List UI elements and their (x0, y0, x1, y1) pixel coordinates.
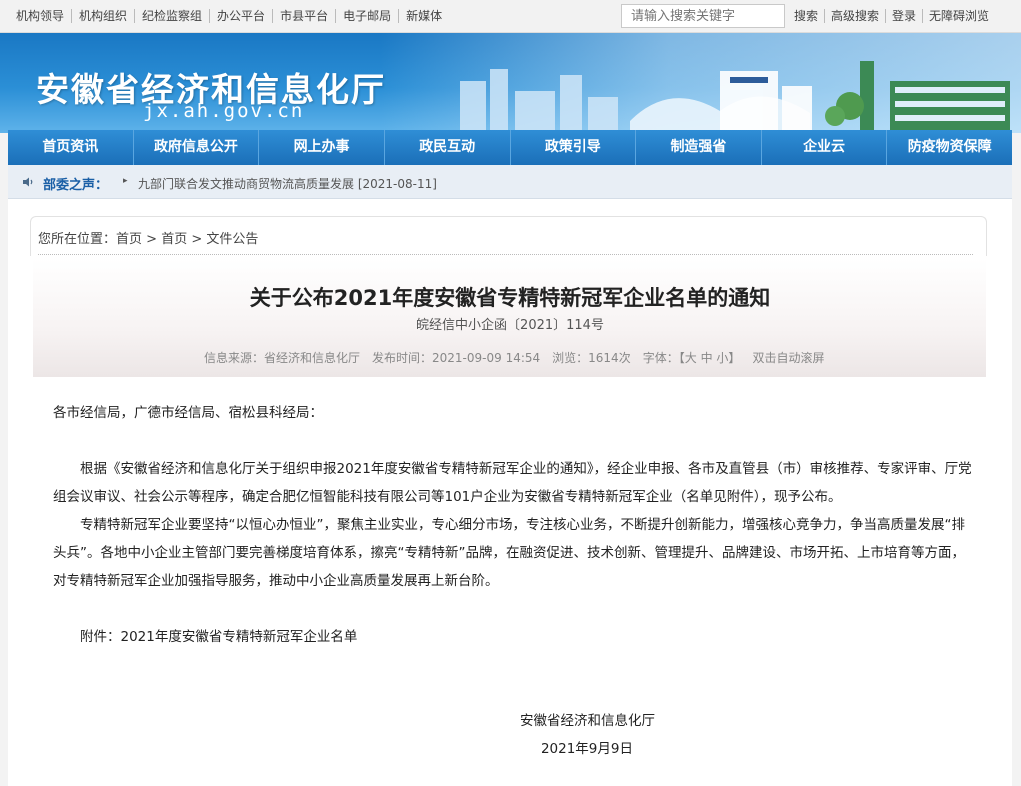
font-small-button[interactable]: 小 (716, 351, 728, 365)
top-link-email[interactable]: 电子邮局 (335, 9, 398, 23)
paragraph: 专精特新冠军企业要坚持“以恒心办恒业”，聚焦主业实业，专心细分市场，专注核心业务… (53, 517, 965, 589)
nav-policy[interactable]: 政策引导 (511, 130, 637, 165)
font-medium-button[interactable]: 中 (701, 351, 713, 365)
top-link-organization[interactable]: 机构组织 (71, 9, 134, 23)
top-link-discipline[interactable]: 纪检监察组 (134, 9, 209, 23)
nav-interaction[interactable]: 政民互动 (385, 130, 511, 165)
top-links: 机构领导 机构组织 纪检监察组 办公平台 市县平台 电子邮局 新媒体 (10, 9, 449, 23)
notice-arrow-icon: ▸ (123, 176, 128, 186)
notice-bar: 部委之声： ▸ 九部门联合发文推动商贸物流高质量发展 [2021-08-11] (8, 165, 1012, 199)
top-link-office[interactable]: 办公平台 (209, 9, 272, 23)
nav-gov-info[interactable]: 政府信息公开 (134, 130, 260, 165)
nav-epidemic-supplies[interactable]: 防疫物资保障 (887, 130, 1012, 165)
font-large-button[interactable]: 大 (685, 351, 697, 365)
salutation: 各市经信局，广德市经信局、宿松县科经局： (53, 405, 323, 421)
top-link-new-media[interactable]: 新媒体 (398, 9, 449, 23)
login-link[interactable]: 登录 (885, 9, 922, 23)
breadcrumb-home[interactable]: 首页 (116, 232, 142, 247)
info-source: 信息来源：省经济和信息化厅 (204, 351, 361, 365)
notice-link[interactable]: 九部门联合发文推动商贸物流高质量发展 [2021-08-11] (138, 175, 437, 192)
font-size-bracket: 】 (728, 351, 741, 365)
breadcrumb-prefix: 您所在位置： (38, 232, 117, 247)
font-size-label: 字体：【 (642, 351, 685, 365)
nav-enterprise-cloud[interactable]: 企业云 (762, 130, 888, 165)
breadcrumb-separator: > (146, 232, 158, 247)
accessibility-link[interactable]: 无障碍浏览 (922, 9, 995, 23)
publish-time: 发布时间：2021-09-09 14:54 (372, 351, 541, 365)
document-number: 皖经信中小企函〔2021〕114号 (416, 318, 604, 333)
attachment-link[interactable]: 附件：2021年度安徽省专精特新冠军企业名单 (53, 623, 973, 651)
breadcrumb-separator: > (191, 232, 203, 247)
article-body: 各市经信局，广德市经信局、宿松县科经局： 根据《安徽省经济和信息化厅关于组织申报… (53, 399, 973, 763)
notice-label: 部委之声： (43, 178, 109, 193)
site-domain: jx.ah.gov.cn (143, 100, 305, 122)
top-link-leaders[interactable]: 机构领导 (10, 9, 71, 23)
nav-manufacturing[interactable]: 制造强省 (636, 130, 762, 165)
article-meta: 信息来源：省经济和信息化厅 发布时间：2021-09-09 14:54 浏览：1… (204, 349, 824, 366)
city-skyline-image (460, 61, 1010, 133)
top-bar: 机构领导 机构组织 纪检监察组 办公平台 市县平台 电子邮局 新媒体 搜索 高级… (0, 0, 1021, 33)
view-count: 浏览：1614次 (552, 351, 631, 365)
article-container: 您所在位置：首页 > 首页 > 文件公告 关于公布2021年度安徽省专精特新冠军… (8, 199, 1012, 786)
breadcrumb-home-2[interactable]: 首页 (161, 232, 187, 247)
search-input[interactable] (621, 4, 785, 28)
speaker-icon (23, 177, 33, 187)
auto-scroll-toggle[interactable]: 双击自动滚屏 (752, 349, 824, 366)
article-title: 关于公布2021年度安徽省专精特新冠军企业名单的通知 (249, 286, 771, 310)
main-nav: 首页资讯 政府信息公开 网上办事 政民互动 政策引导 制造强省 企业云 防疫物资… (8, 130, 1012, 165)
sign-date: 2021年9月9日 (540, 741, 633, 757)
nav-online-service[interactable]: 网上办事 (259, 130, 385, 165)
breadcrumb-announcements[interactable]: 文件公告 (206, 232, 258, 247)
advanced-search-link[interactable]: 高级搜索 (824, 9, 885, 23)
nav-home-news[interactable]: 首页资讯 (8, 130, 134, 165)
top-links-right: 搜索 高级搜索 登录 无障碍浏览 (788, 9, 995, 23)
search-button[interactable]: 搜索 (788, 9, 824, 23)
signature: 安徽省经济和信息化厅 (520, 713, 655, 729)
font-size-control: 字体：【大 中 小】 (643, 349, 741, 366)
paragraph: 根据《安徽省经济和信息化厅关于组织申报2021年度安徽省专精特新冠军企业的通知》… (53, 461, 972, 505)
breadcrumb: 您所在位置：首页 > 首页 > 文件公告 (38, 228, 258, 247)
divider (38, 254, 973, 255)
site-banner: 安徽省经济和信息化厅 jx.ah.gov.cn (0, 33, 1021, 133)
top-link-city-platform[interactable]: 市县平台 (272, 9, 335, 23)
